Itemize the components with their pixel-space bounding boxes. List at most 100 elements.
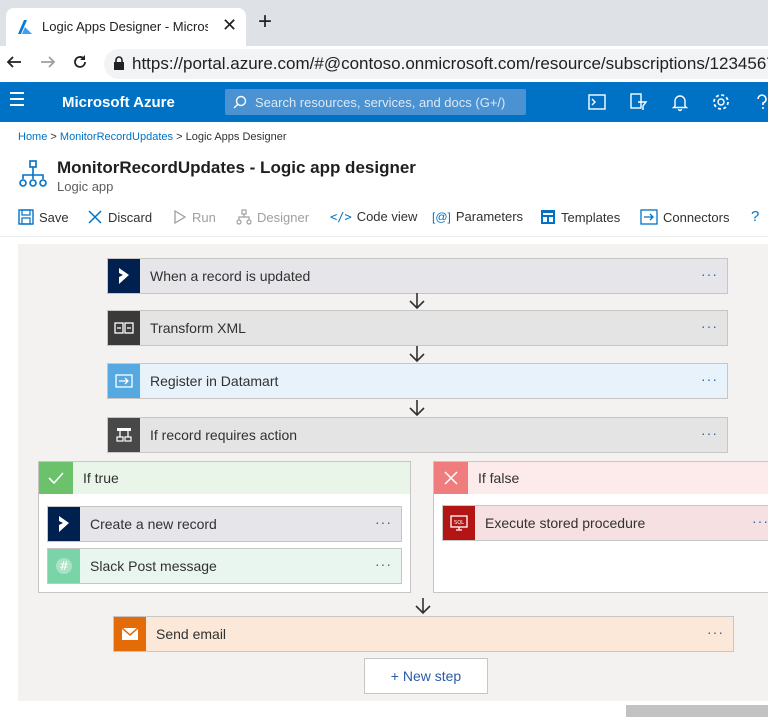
parameters-label: Parameters [455, 209, 524, 224]
breadcrumb: Home > MonitorRecordUpdates > Logic Apps… [18, 131, 287, 143]
more-options-icon[interactable]: ··· [701, 318, 718, 334]
directory-filter-icon[interactable] [628, 92, 648, 112]
action-label: Slack Post message [90, 558, 217, 574]
tab-title: Logic Apps Designer - Microsoft [42, 19, 208, 34]
if-false-header[interactable]: If false [434, 462, 768, 494]
discard-label: Discard [108, 209, 153, 225]
step-label: When a record is updated [150, 268, 311, 284]
logic-app-icon [19, 160, 47, 187]
cloud-shell-icon[interactable] [587, 92, 607, 112]
step-card-send-email[interactable]: Send email ··· [113, 616, 734, 652]
svg-text:SQL: SQL [454, 520, 464, 526]
url-text: https://portal.azure.com/#@contoso.onmic… [132, 54, 768, 73]
step-label: If record requires action [150, 427, 298, 443]
search-input[interactable] [253, 94, 525, 111]
run-button[interactable]: Run [173, 209, 216, 225]
reload-icon[interactable] [72, 54, 88, 70]
breadcrumb-separator: > [50, 131, 57, 143]
more-options-icon[interactable]: ··· [375, 514, 392, 530]
more-options-icon[interactable]: ··· [375, 556, 392, 572]
slack-icon: # [48, 549, 80, 583]
menu-icon[interactable] [10, 92, 24, 106]
run-label: Run [192, 209, 216, 225]
flow-arrow-icon [409, 400, 425, 417]
action-execute-stored-procedure[interactable]: SQL Execute stored procedure ··· [442, 505, 768, 541]
brand-title[interactable]: Microsoft Azure [62, 94, 175, 111]
discard-button[interactable]: Discard [87, 209, 152, 225]
if-true-label: If true [83, 470, 119, 486]
code-view-label: Code view [356, 209, 418, 224]
step-label: Send email [156, 626, 227, 642]
svg-text:#: # [59, 559, 69, 573]
code-view-icon: </> [330, 209, 352, 224]
designer-button[interactable]: Designer [236, 209, 309, 225]
save-icon [18, 209, 34, 225]
forward-icon[interactable] [40, 54, 56, 70]
action-slack-post[interactable]: # Slack Post message ··· [47, 548, 402, 584]
breadcrumb-app[interactable]: MonitorRecordUpdates [60, 131, 173, 143]
dynamics-icon [108, 259, 140, 293]
more-options-icon[interactable]: ··· [752, 513, 768, 529]
search-box[interactable] [225, 89, 526, 115]
if-false-label: If false [478, 470, 520, 486]
notifications-icon[interactable] [670, 92, 690, 112]
page-subtitle: Logic app [57, 179, 114, 194]
email-icon [114, 617, 146, 651]
templates-label: Templates [561, 209, 621, 225]
action-label: Create a new record [90, 516, 217, 532]
breadcrumb-separator: > [176, 131, 183, 143]
step-label: Transform XML [150, 320, 246, 336]
more-options-icon[interactable]: ··· [707, 624, 724, 640]
close-tab-icon[interactable]: ✕ [222, 15, 237, 36]
page-title: MonitorRecordUpdates - Logic app designe… [57, 158, 416, 177]
step-card-transform-xml[interactable]: Transform XML ··· [107, 310, 728, 346]
step-card-trigger[interactable]: When a record is updated ··· [107, 258, 728, 294]
flow-arrow-icon [409, 293, 425, 310]
browser-tab[interactable]: Logic Apps Designer - Microsoft ✕ [6, 8, 246, 46]
back-icon[interactable] [6, 54, 22, 70]
action-create-record[interactable]: Create a new record ··· [47, 506, 402, 542]
settings-gear-icon[interactable] [711, 92, 731, 112]
dynamics-icon [48, 507, 80, 541]
checkmark-icon [39, 462, 73, 494]
parameters-button[interactable]: [@] Parameters [432, 209, 523, 224]
browser-tab-strip: Logic Apps Designer - Microsoft ✕ + [0, 0, 768, 46]
new-step-button[interactable]: + New step [364, 658, 488, 694]
parameters-icon: [@] [432, 209, 451, 224]
connectors-icon [640, 209, 658, 225]
new-tab-button[interactable]: + [258, 10, 272, 34]
horizontal-scrollbar[interactable] [0, 701, 768, 720]
action-label: Execute stored procedure [485, 515, 646, 531]
url-field[interactable]: https://portal.azure.com/#@contoso.onmic… [104, 49, 768, 79]
discard-x-icon [88, 210, 102, 224]
templates-button[interactable]: Templates [540, 209, 620, 225]
code-view-button[interactable]: </> Code view [330, 209, 417, 224]
sql-icon: SQL [443, 506, 475, 540]
save-button[interactable]: Save [18, 209, 69, 225]
azure-logo-icon [18, 20, 32, 34]
xml-transform-icon [108, 311, 140, 345]
step-card-register-datamart[interactable]: Register in Datamart ··· [107, 363, 728, 399]
step-card-condition[interactable]: If record requires action ··· [107, 417, 728, 453]
breadcrumb-home[interactable]: Home [18, 131, 47, 143]
more-options-icon[interactable]: ··· [701, 266, 718, 282]
if-true-header[interactable]: If true [39, 462, 410, 494]
step-label: Register in Datamart [150, 373, 279, 389]
azure-top-bar: Microsoft Azure [0, 82, 768, 122]
close-x-icon [434, 462, 468, 494]
designer-icon [236, 209, 252, 225]
help-button[interactable]: ? [751, 208, 759, 225]
flow-arrow-icon [415, 598, 431, 615]
flow-arrow-icon [409, 346, 425, 363]
datamart-icon [108, 364, 140, 398]
connectors-button[interactable]: Connectors [640, 209, 729, 225]
address-bar: https://portal.azure.com/#@contoso.onmic… [0, 46, 768, 83]
save-label: Save [39, 209, 69, 225]
run-play-icon [174, 209, 187, 225]
lock-icon [114, 56, 124, 70]
condition-icon [108, 418, 140, 452]
scrollbar-thumb[interactable] [626, 705, 768, 717]
more-options-icon[interactable]: ··· [701, 371, 718, 387]
help-icon[interactable] [752, 92, 768, 112]
more-options-icon[interactable]: ··· [701, 425, 718, 441]
